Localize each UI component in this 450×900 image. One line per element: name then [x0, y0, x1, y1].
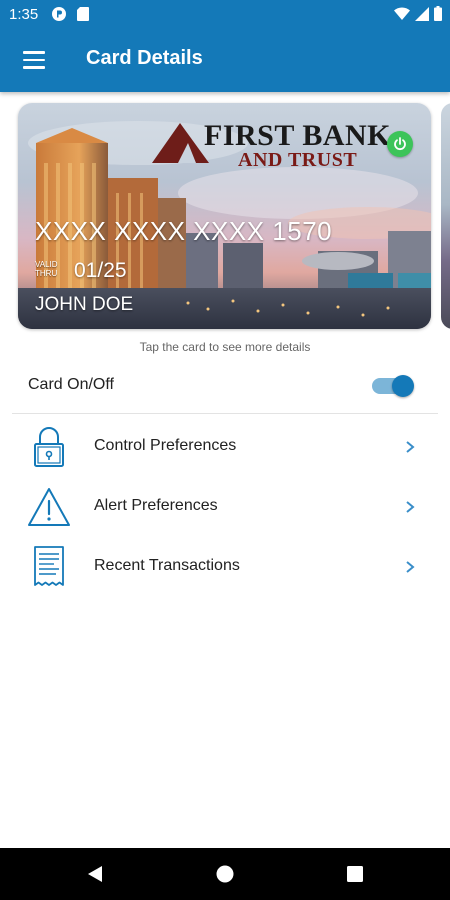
divider	[12, 413, 438, 414]
recents-icon[interactable]	[343, 862, 367, 886]
chevron-right-icon	[406, 561, 415, 573]
home-icon[interactable]	[213, 862, 237, 886]
card-toggle-row: Card On/Off	[0, 365, 450, 411]
battery-icon	[434, 6, 442, 25]
control-preferences-item[interactable]: Control Preferences	[0, 418, 450, 476]
recent-transactions-label: Recent Transactions	[94, 557, 240, 574]
alert-preferences-label: Alert Preferences	[94, 497, 218, 514]
next-card-peek[interactable]	[441, 103, 450, 329]
system-nav-bar	[0, 848, 450, 900]
card-hint: Tap the card to see more details	[139, 340, 311, 354]
hamburger-menu-icon[interactable]	[14, 44, 54, 76]
recent-transactions-item[interactable]: Recent Transactions	[0, 538, 450, 596]
chevron-right-icon	[406, 441, 415, 453]
bank-name-subtitle: AND TRUST	[238, 149, 358, 171]
wifi-icon	[394, 6, 410, 25]
p-logo-icon	[52, 7, 66, 21]
card-expiry: 01/25	[74, 259, 127, 282]
cell-signal-icon	[415, 6, 429, 25]
sd-card-icon	[76, 7, 90, 21]
power-icon[interactable]	[387, 131, 413, 157]
back-icon[interactable]	[83, 862, 107, 886]
bank-name: FIRST BANK	[204, 119, 391, 152]
card-number: XXXX XXXX XXXX 1570	[35, 216, 333, 246]
valid-thru-label: VALID THRU	[35, 260, 58, 278]
page-title: Card Details	[86, 47, 203, 69]
alert-preferences-item[interactable]: Alert Preferences	[0, 478, 450, 536]
control-preferences-label: Control Preferences	[94, 437, 237, 454]
top-bar: 1:35 Card Details	[0, 0, 450, 92]
app-bar: Card Details	[0, 30, 450, 92]
warning-triangle-icon	[28, 488, 70, 526]
padlock-icon	[34, 427, 64, 467]
card-toggle-label: Card On/Off	[28, 376, 114, 393]
card-holder: JOHN DOE	[35, 294, 134, 315]
status-time: 1:35	[9, 6, 39, 23]
status-bar: 1:35	[0, 0, 450, 30]
debit-card[interactable]: FIRST BANK AND TRUST XXXX XXXX XXXX 1570…	[18, 103, 431, 329]
receipt-icon	[34, 546, 64, 586]
chevron-right-icon	[406, 501, 415, 513]
card-on-off-switch[interactable]	[372, 375, 414, 397]
